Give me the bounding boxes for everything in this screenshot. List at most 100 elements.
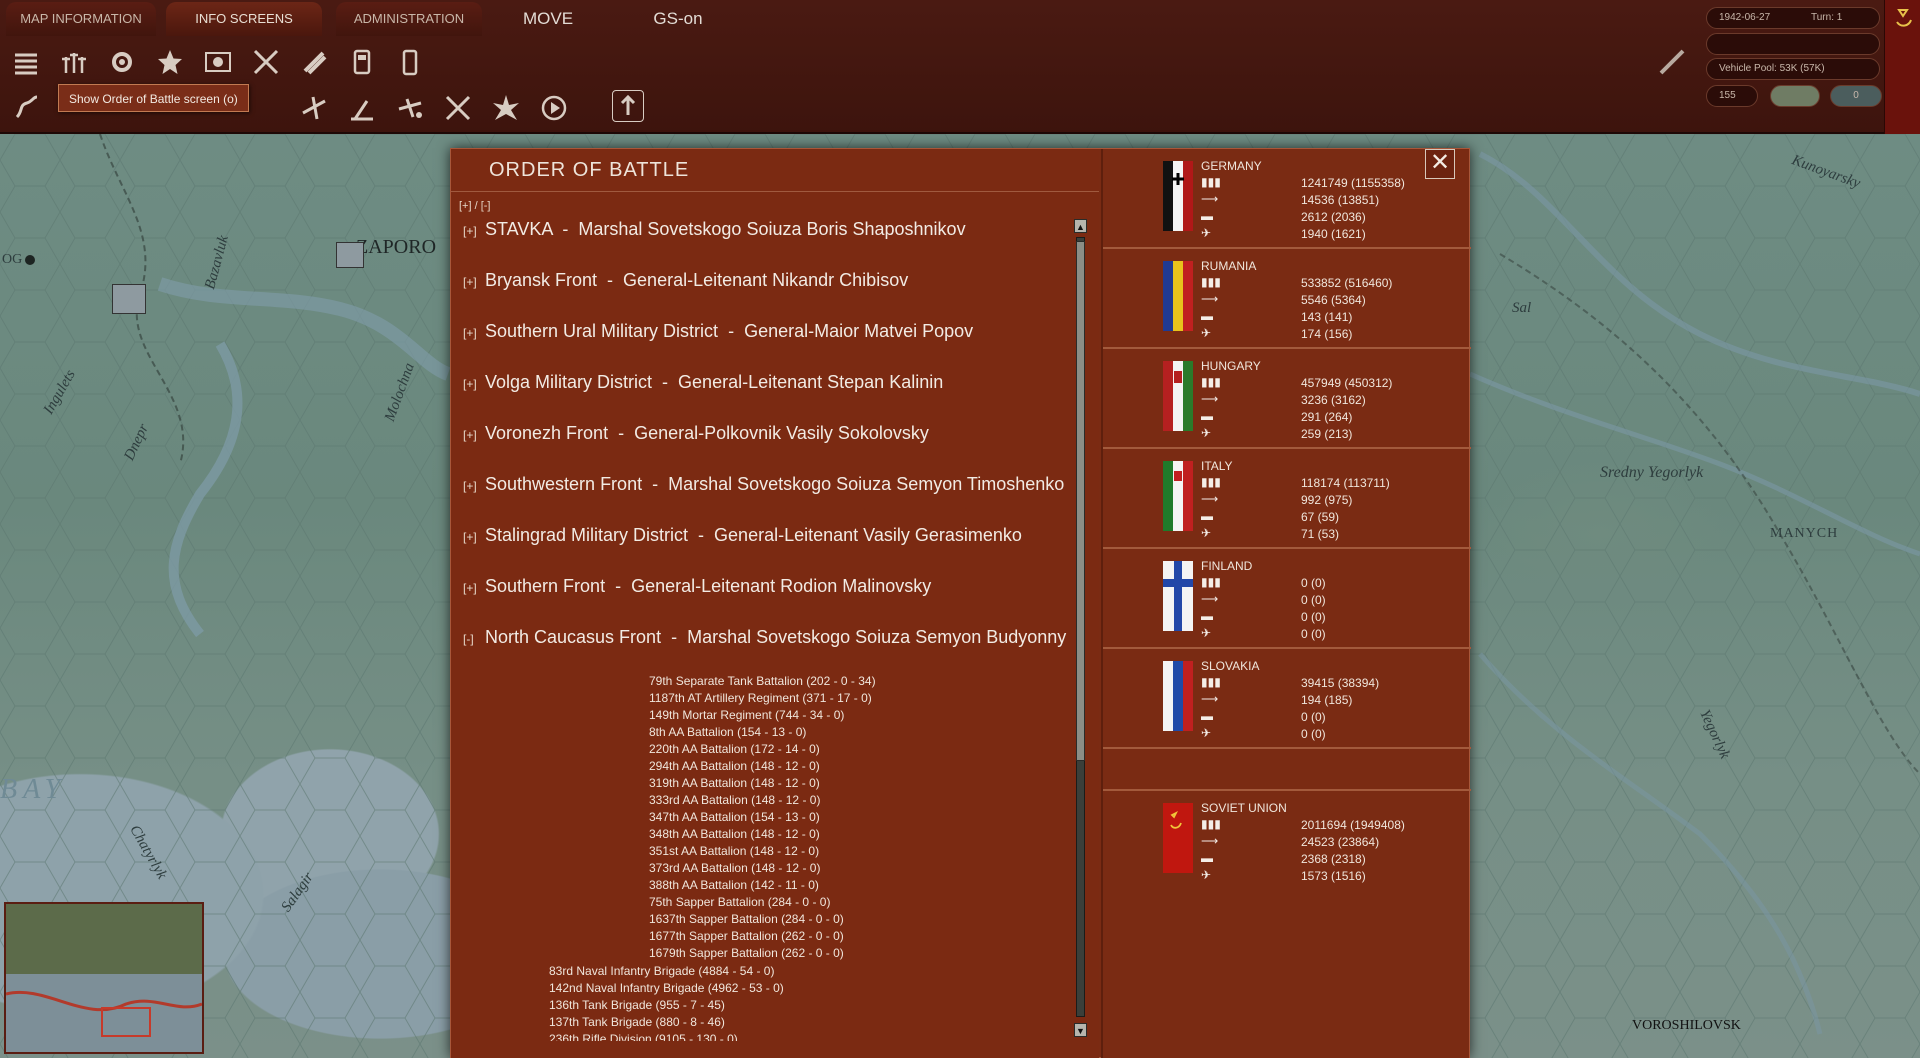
map-label-voroshilovsk: VOROSHILOVSK	[1632, 1018, 1741, 1033]
tooltip: Show Order of Battle screen (o)	[58, 84, 249, 112]
airstrike-icon[interactable]	[294, 88, 334, 128]
artillery-map-icon[interactable]	[342, 88, 382, 128]
front-row[interactable]: [+] Southwestern Front - Marshal Sovetsko…	[463, 474, 1083, 500]
stat-value: 118174 (113711)	[1301, 476, 1390, 490]
tab-map-information[interactable]: MAP INFORMATION	[6, 2, 156, 36]
explosion-icon[interactable]	[486, 88, 526, 128]
unit-row[interactable]: 137th Tank Brigade (880 - 8 - 46)	[549, 1015, 725, 1032]
front-row[interactable]: [+] Volga Military District - General-Lei…	[463, 372, 1083, 398]
nation-rumania[interactable]: RUMANIA ▮▮▮ 533852 (516460) ⟶ 5546 (5364) ▬ 14…	[1103, 249, 1471, 349]
unit-row[interactable]: 348th AA Battalion (148 - 12 - 0)	[649, 827, 820, 844]
front-expand-toggle[interactable]: [+]	[463, 581, 477, 595]
tab-info-screens[interactable]: INFO SCREENS	[166, 2, 322, 36]
battery-icon[interactable]	[390, 42, 430, 82]
zero-button[interactable]: 0	[1830, 85, 1882, 107]
play-icon[interactable]	[534, 88, 574, 128]
unit-row[interactable]: 388th AA Battalion (142 - 11 - 0)	[649, 878, 819, 895]
unit-row[interactable]: 236th Rifle Division (9105 - 130 - 0)	[549, 1032, 738, 1041]
unit-row[interactable]: 333rd AA Battalion (148 - 12 - 0)	[649, 793, 820, 810]
unit-list-icon[interactable]	[54, 42, 94, 82]
unit-row[interactable]: 1637th Sapper Battalion (284 - 0 - 0)	[649, 912, 844, 929]
nation-hungary[interactable]: HUNGARY ▮▮▮ 457949 (450312) ⟶ 3236 (3162) ▬ 29…	[1103, 349, 1471, 449]
stat-men: ▮▮▮ 0 (0)	[1201, 575, 1461, 592]
scroll-down-icon[interactable]: ▼	[1074, 1023, 1087, 1037]
unit-row[interactable]: 75th Sapper Battalion (284 - 0 - 0)	[649, 895, 830, 912]
nation-slovakia[interactable]: SLOVAKIA ▮▮▮ 39415 (38394) ⟶ 194 (185) ▬ 0 (0)…	[1103, 649, 1471, 749]
front-list-scrollbar[interactable]: ▲ ▼	[1071, 219, 1089, 1037]
nation-soviet-union[interactable]: SOVIET UNION ▮▮▮ 2011694 (1949408) ⟶ 24523 (…	[1103, 789, 1471, 1009]
flag-icon	[1163, 661, 1193, 731]
unit-row[interactable]: 347th AA Battalion (154 - 13 - 0)	[649, 810, 820, 827]
stat-value: 291 (264)	[1301, 410, 1353, 424]
map-unit-marker[interactable]	[112, 284, 146, 314]
stat-planes: ✈ 174 (156)	[1201, 326, 1461, 343]
unit-row[interactable]: 319th AA Battalion (148 - 12 - 0)	[649, 776, 820, 793]
bomber-icon[interactable]	[390, 88, 430, 128]
front-row[interactable]: [+] Stalingrad Military District - Genera…	[463, 525, 1083, 551]
move-button[interactable]: MOVE	[500, 2, 596, 36]
close-button[interactable]: ✕	[1425, 149, 1455, 179]
fuel-icon[interactable]	[342, 42, 382, 82]
front-row[interactable]: [-] North Caucasus Front - Marshal Sovets…	[463, 627, 1083, 653]
front-row[interactable]: [+] Voronezh Front - General-Polkovnik Va…	[463, 423, 1083, 449]
pen-icon[interactable]	[1652, 42, 1692, 82]
order-of-battle-icon[interactable]	[6, 42, 46, 82]
aircraft-icon: ✈	[1201, 726, 1212, 740]
stat-value: 0 (0)	[1301, 710, 1326, 724]
route-icon[interactable]	[6, 88, 46, 128]
unit-row[interactable]: 294th AA Battalion (148 - 12 - 0)	[649, 759, 820, 776]
front-name: Southwestern Front	[485, 474, 643, 494]
scroll-thumb[interactable]	[1076, 241, 1085, 761]
unit-row[interactable]: 1679th Sapper Battalion (262 - 0 - 0)	[649, 946, 844, 963]
unit-row[interactable]: 149th Mortar Regiment (744 - 34 - 0)	[649, 708, 844, 725]
expand-collapse-all-toggle[interactable]: [+] / [-]	[459, 200, 490, 212]
unit-row[interactable]: 136th Tank Brigade (955 - 7 - 45)	[549, 998, 725, 1015]
front-row[interactable]: [+] STAVKA - Marshal Sovetskogo Soiuza Bo…	[463, 219, 1083, 245]
front-expand-toggle[interactable]: [+]	[463, 428, 477, 442]
unit-row[interactable]: 1187th AT Artillery Regiment (371 - 17 -…	[649, 691, 872, 708]
unit-row[interactable]: 351st AA Battalion (148 - 12 - 0)	[649, 844, 819, 861]
upload-icon[interactable]	[612, 90, 644, 122]
nation-germany[interactable]: GERMANY ▮▮▮ 1241749 (1155358) ⟶ 14536 (13851…	[1103, 149, 1471, 249]
front-expand-toggle[interactable]: [+]	[463, 326, 477, 340]
gs-on-button[interactable]: GS-on	[630, 2, 726, 36]
minimap[interactable]	[4, 902, 204, 1054]
unit-row[interactable]: 373rd AA Battalion (148 - 12 - 0)	[649, 861, 820, 878]
front-row[interactable]: [+] Southern Front - General-Leitenant Ro…	[463, 576, 1083, 602]
front-expand-toggle[interactable]: [+]	[463, 377, 477, 391]
front-expand-toggle[interactable]: [+]	[463, 530, 477, 544]
weather-icon[interactable]	[198, 42, 238, 82]
nation-name: GERMANY	[1201, 159, 1262, 173]
nation-italy[interactable]: ITALY ▮▮▮ 118174 (113711) ⟶ 992 (975) ▬ 67 (59…	[1103, 449, 1471, 549]
unit-row[interactable]: 8th AA Battalion (154 - 13 - 0)	[649, 725, 806, 742]
front-expand-toggle[interactable]: [+]	[463, 275, 477, 289]
unit-row[interactable]: 142nd Naval Infantry Brigade (4962 - 53 …	[549, 981, 784, 998]
unit-row[interactable]: 1677th Sapper Battalion (262 - 0 - 0)	[649, 929, 844, 946]
combat-icon[interactable]	[246, 42, 286, 82]
front-commander: Marshal Sovetskogo Soiuza Semyon Timoshe…	[668, 474, 1065, 494]
scroll-up-icon[interactable]: ▲	[1074, 219, 1087, 233]
front-name: Volga Military District	[485, 372, 653, 392]
front-row[interactable]: [+] Southern Ural Military District - Gen…	[463, 321, 1083, 347]
infantry-icon: ▮▮▮	[1201, 375, 1221, 389]
interdiction-icon[interactable]	[438, 88, 478, 128]
stat-value: 0 (0)	[1301, 593, 1326, 607]
supply-icon[interactable]	[294, 42, 334, 82]
front-expand-toggle[interactable]: [+]	[463, 224, 477, 238]
star-icon[interactable]	[150, 42, 190, 82]
aircraft-icon: ✈	[1201, 226, 1212, 240]
unit-row[interactable]: 79th Separate Tank Battalion (202 - 0 - …	[649, 674, 876, 691]
stat-value: 2368 (2318)	[1301, 852, 1366, 866]
front-name: Southern Front	[485, 576, 606, 596]
tab-administration[interactable]: ADMINISTRATION	[336, 2, 482, 36]
front-expand-toggle[interactable]: [-]	[463, 632, 477, 646]
unit-row[interactable]: 220th AA Battalion (172 - 14 - 0)	[649, 742, 820, 759]
map-unit-marker[interactable]	[336, 242, 364, 268]
unit-row[interactable]: 83rd Naval Infantry Brigade (4884 - 54 -…	[549, 964, 774, 981]
gear-icon[interactable]	[102, 42, 142, 82]
nation-finland[interactable]: FINLAND ▮▮▮ 0 (0) ⟶ 0 (0) ▬ 0 (0) ✈ 0 (0)	[1103, 549, 1471, 649]
front-expand-toggle[interactable]: [+]	[463, 479, 477, 493]
stat-tanks: ▬ 0 (0)	[1201, 609, 1461, 626]
flag-icon	[1163, 261, 1193, 331]
front-row[interactable]: [+] Bryansk Front - General-Leitenant Nik…	[463, 270, 1083, 296]
